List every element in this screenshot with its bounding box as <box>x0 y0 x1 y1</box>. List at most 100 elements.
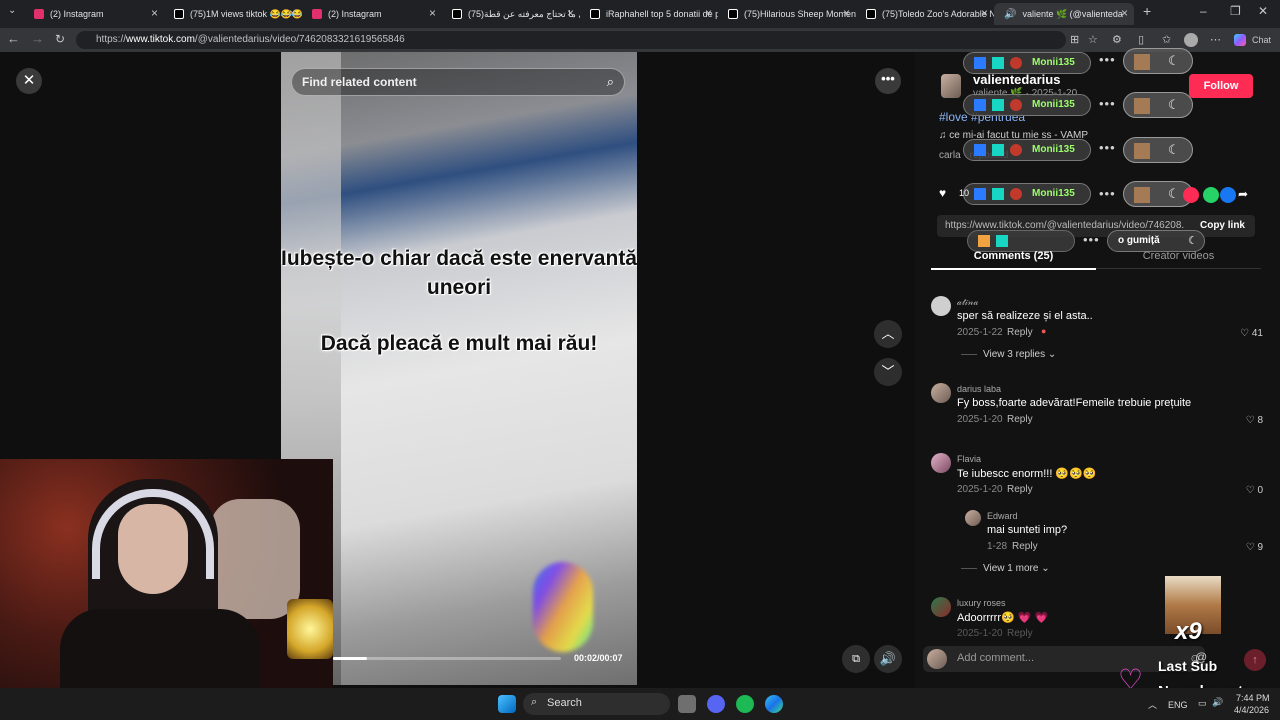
minimize-button[interactable]: – <box>1200 4 1207 18</box>
close-tab-icon[interactable]: × <box>1121 6 1128 20</box>
commenter-name[interactable]: Edward <box>987 511 1018 521</box>
whatsapp-icon[interactable] <box>1203 187 1219 203</box>
commenter-avatar[interactable] <box>931 296 951 316</box>
close-window-button[interactable]: ✕ <box>1258 4 1268 18</box>
search-bar[interactable]: ⌕ <box>291 68 625 96</box>
reply-button[interactable]: Reply <box>1007 628 1033 639</box>
follow-button[interactable]: Follow <box>1189 74 1253 98</box>
copilot-icon[interactable] <box>1234 34 1246 46</box>
commenter-avatar[interactable] <box>931 383 951 403</box>
comment-text: Fy boss,foarte adevărat!Femeile trebuie … <box>957 397 1192 409</box>
heart-outline-icon: ♡ <box>1240 328 1252 339</box>
favorite-star-icon[interactable]: ☆ <box>1088 33 1098 46</box>
comment-like-count[interactable]: ♡ 41 <box>1223 328 1263 339</box>
profile-avatar[interactable] <box>1184 33 1198 47</box>
commenter-name[interactable]: luxury roses <box>957 598 1006 608</box>
alert-username: o gumiță <box>1118 235 1160 246</box>
more-dots-icon: ••• <box>1099 140 1116 155</box>
commenter-name[interactable]: 𝒶𝓉𝒾𝓃𝒶 <box>957 297 978 308</box>
clock-date[interactable]: 4/4/2026 <box>1234 705 1269 715</box>
reply-button[interactable]: Reply <box>1012 541 1038 552</box>
share-repost-icon[interactable] <box>1183 187 1199 203</box>
new-tab-button[interactable]: + <box>1143 3 1151 19</box>
spotify-icon[interactable] <box>736 695 754 713</box>
tab-comments[interactable]: Comments (25) <box>931 250 1096 270</box>
close-tab-icon[interactable]: × <box>289 6 296 20</box>
close-tab-icon[interactable]: × <box>843 6 850 20</box>
stream-alert <box>967 230 1075 252</box>
browser-tab[interactable]: (75)Toledo Zoo's Adorable N × <box>856 3 994 25</box>
taskbar-search[interactable]: ⌕ Search <box>523 693 670 715</box>
commenter-name[interactable]: darius laba <box>957 384 1001 394</box>
commenter-name[interactable]: Flavia <box>957 454 981 464</box>
volume-icon[interactable]: 🔊 <box>874 645 902 673</box>
back-arrow-icon[interactable]: ← <box>7 31 20 46</box>
browser-tab[interactable]: (75)1M views tiktok 😂😂😂😂 × <box>164 3 302 25</box>
view-more-replies-button[interactable]: View 1 more ⌄ <box>961 563 1050 574</box>
search-icon[interactable]: ⌕ <box>607 74 614 90</box>
more-menu-icon[interactable]: ⋯ <box>1210 33 1221 46</box>
task-view-icon[interactable] <box>678 695 696 713</box>
commenter-avatar[interactable] <box>931 453 951 473</box>
share-arrow-icon[interactable]: ➦ <box>1238 187 1254 203</box>
video-player[interactable]: Iubește-o chiar dacă este enervantă uneo… <box>281 52 637 685</box>
creator-name[interactable]: valientedarius <box>973 72 1060 87</box>
windows-start-icon[interactable] <box>498 695 516 713</box>
tab-title: (75)Toledo Zoo's Adorable N <box>882 9 994 19</box>
tab-creator-videos[interactable]: Creator videos <box>1096 250 1261 269</box>
facebook-icon[interactable] <box>1220 187 1236 203</box>
creator-avatar[interactable] <box>941 74 961 98</box>
browser-tab[interactable]: iRaphahell top 5 donatii de p × <box>580 3 718 25</box>
close-button[interactable]: ✕ <box>16 68 42 94</box>
tab-list-chevron-icon[interactable]: ⌄ <box>8 5 16 16</box>
close-tab-icon[interactable]: × <box>429 6 436 20</box>
reply-button[interactable]: Reply <box>1007 327 1033 338</box>
forward-arrow-icon[interactable]: → <box>31 31 44 46</box>
close-tab-icon[interactable]: × <box>705 6 712 20</box>
chat-button[interactable]: Chat <box>1252 35 1271 45</box>
app-icon[interactable]: ⊞ <box>1070 33 1079 46</box>
discord-icon[interactable] <box>707 695 725 713</box>
search-input[interactable] <box>302 75 592 89</box>
browser-tab[interactable]: (2) Instagram × <box>24 3 164 25</box>
chevron-down-icon: ⌄ <box>1041 563 1050 574</box>
favorites-icon[interactable]: ✩ <box>1162 33 1171 46</box>
reply-button[interactable]: Reply <box>1007 414 1033 425</box>
more-options-button[interactable]: ••• <box>875 68 901 94</box>
network-icon[interactable]: ▭ <box>1198 698 1207 709</box>
post-comment-button[interactable]: ↑ <box>1244 649 1266 671</box>
browser-tab-active[interactable]: 🔊 valiente 🌿 (@valienteda × <box>994 3 1134 25</box>
edge-icon[interactable] <box>765 695 783 713</box>
close-tab-icon[interactable]: × <box>567 6 574 20</box>
volume-icon[interactable]: 🔊 <box>1212 697 1223 708</box>
previous-video-button[interactable]: ︿ <box>874 320 902 348</box>
comment-like-count[interactable]: ♡ 9 <box>1223 542 1263 553</box>
language-indicator[interactable]: ENG <box>1168 700 1188 710</box>
reply-button[interactable]: Reply <box>1007 484 1033 495</box>
reload-icon[interactable]: ↻ <box>55 32 65 46</box>
like-heart-icon[interactable]: ♥ <box>939 186 946 200</box>
commenter-avatar[interactable] <box>965 510 981 526</box>
commenter-avatar[interactable] <box>931 597 951 617</box>
browser-tab[interactable]: (75)كل ما تحتاج معرفته عن قطة × <box>442 3 580 25</box>
browser-tab[interactable]: (75)Hilarious Sheep Moment × <box>718 3 856 25</box>
close-tab-icon[interactable]: × <box>981 6 988 20</box>
view-replies-button[interactable]: View 3 replies ⌄ <box>961 349 1056 360</box>
comment-date: 2025-1-22 <box>957 327 1003 338</box>
heart-outline-icon: ♡ <box>1245 542 1258 553</box>
restore-button[interactable]: ❐ <box>1230 4 1241 18</box>
comment-like-count[interactable]: ♡ 8 <box>1223 415 1263 426</box>
copy-link-button[interactable]: Copy link <box>1200 220 1245 231</box>
next-video-button[interactable]: ﹀ <box>874 358 902 386</box>
comment-like-count[interactable]: ♡ 0 <box>1223 485 1263 496</box>
extensions-icon[interactable]: ⚙ <box>1112 33 1122 46</box>
url-field[interactable]: https://www.tiktok.com/@valientedarius/v… <box>76 31 1066 49</box>
close-tab-icon[interactable]: × <box>151 6 158 20</box>
tray-chevron-icon[interactable]: ︿ <box>1148 698 1157 711</box>
picture-in-picture-icon[interactable]: ⧉ <box>842 645 870 673</box>
split-screen-icon[interactable]: ▯ <box>1138 33 1144 46</box>
browser-tab[interactable]: (2) Instagram × <box>302 3 442 25</box>
video-progress-bar[interactable] <box>333 657 561 660</box>
clock-time[interactable]: 7:44 PM <box>1236 693 1270 703</box>
comment-date: 2025-1-20 <box>957 484 1003 495</box>
